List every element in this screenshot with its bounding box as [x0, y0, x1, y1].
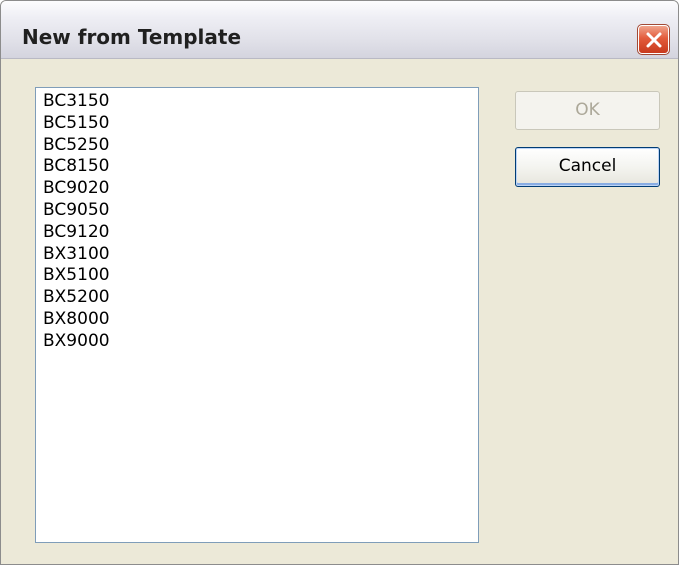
list-item[interactable]: BC5150 — [43, 113, 478, 135]
title-bar[interactable]: New from Template — [1, 1, 678, 59]
list-item[interactable]: BC5250 — [43, 135, 478, 157]
list-item[interactable]: BX9000 — [43, 331, 478, 353]
list-item[interactable]: BC3150 — [43, 91, 478, 113]
list-item[interactable]: BC9020 — [43, 178, 478, 200]
list-item[interactable]: BX5100 — [43, 265, 478, 287]
cancel-button[interactable]: Cancel — [515, 147, 660, 187]
list-item[interactable]: BC9050 — [43, 200, 478, 222]
list-item[interactable]: BX5200 — [43, 287, 478, 309]
dialog-title: New from Template — [22, 25, 242, 49]
template-list[interactable]: BC3150 BC5150 BC5250 BC8150 BC9020 BC905… — [35, 87, 479, 543]
list-item[interactable]: BC8150 — [43, 156, 478, 178]
list-item[interactable]: BX8000 — [43, 309, 478, 331]
new-from-template-dialog: New from Template BC3150 BC5150 BC5250 B… — [0, 0, 679, 565]
list-item[interactable]: BX3100 — [43, 244, 478, 266]
close-button[interactable] — [637, 24, 670, 55]
ok-button[interactable]: OK — [515, 91, 660, 130]
list-item[interactable]: BC9120 — [43, 222, 478, 244]
close-icon — [646, 32, 662, 48]
